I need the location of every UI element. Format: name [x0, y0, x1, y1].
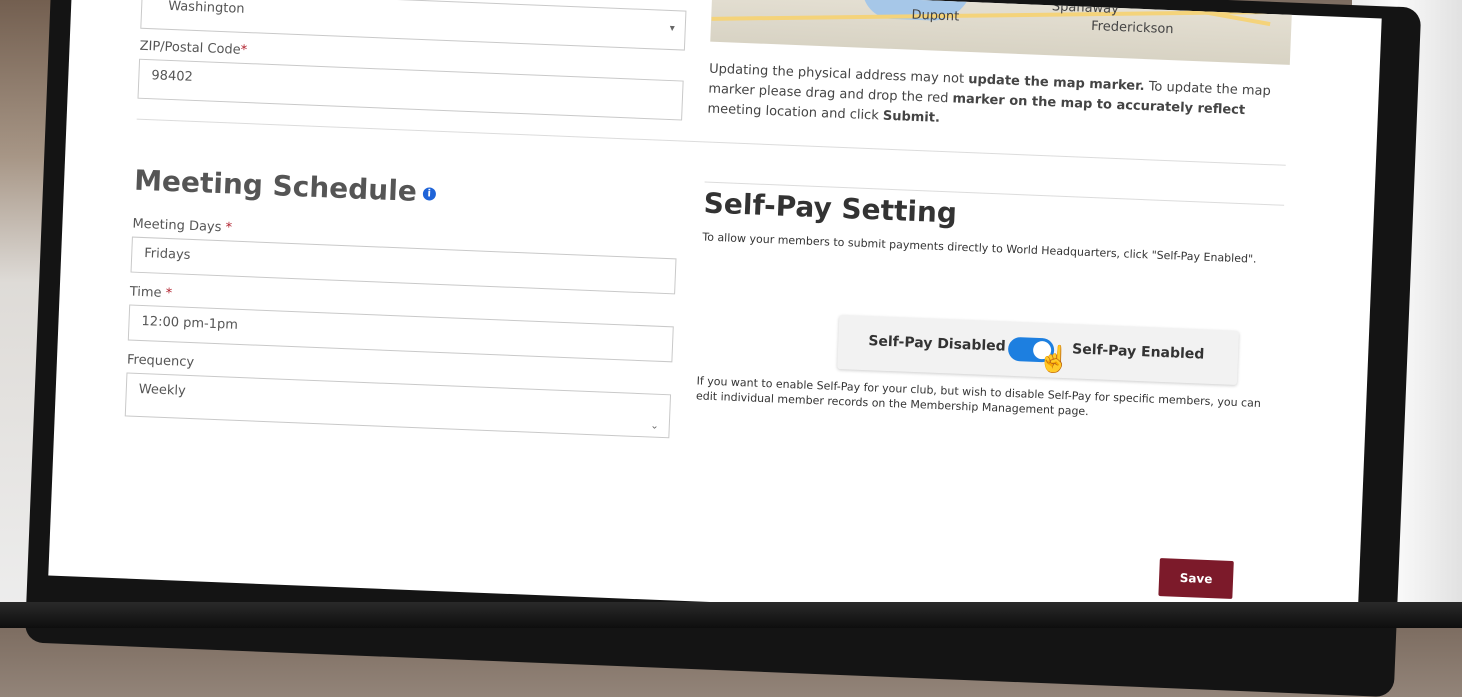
save-button[interactable]: Save [1158, 558, 1234, 600]
screen: Washington ▾ ZIP/Postal Code* 98402 Dupo… [48, 0, 1382, 629]
chevron-down-icon: ⌄ [650, 420, 659, 432]
meeting-days-input[interactable]: Fridays [130, 236, 677, 295]
self-pay-enabled-label[interactable]: Self-Pay Enabled [1072, 341, 1205, 362]
time-label: Time * [129, 284, 173, 302]
time-value: 12:00 pm-1pm [141, 314, 239, 333]
frequency-value: Weekly [138, 381, 187, 399]
meeting-schedule-title: Meeting Schedule i [134, 164, 437, 209]
meeting-days-label: Meeting Days * [132, 216, 233, 236]
self-pay-title: Self-Pay Setting [703, 186, 958, 230]
self-pay-disabled-label[interactable]: Self-Pay Disabled [868, 333, 1006, 355]
chevron-down-icon: ▾ [669, 22, 675, 35]
time-input[interactable]: 12:00 pm-1pm [127, 304, 674, 363]
self-pay-toggle-card: Self-Pay Disabled Self-Pay Enabled ☝ [837, 315, 1240, 386]
frequency-label: Frequency [126, 352, 195, 371]
info-icon[interactable]: i [422, 186, 436, 201]
required-mark: * [240, 42, 248, 59]
frequency-select[interactable]: Weekly ⌄ [124, 372, 672, 439]
laptop-bottom-edge [0, 602, 1462, 628]
map-label-dupont: Dupont [911, 7, 960, 25]
state-value: Washington [167, 0, 245, 17]
map-label-frederickson: Frederickson [1090, 18, 1174, 38]
map-note: Updating the physical address may not up… [707, 61, 1272, 126]
zip-input[interactable]: 98402 [137, 58, 684, 121]
hand-cursor-icon: ☝ [1037, 343, 1071, 375]
zip-label: ZIP/Postal Code* [139, 38, 248, 59]
zip-value: 98402 [151, 68, 194, 85]
meeting-days-value: Fridays [143, 246, 191, 263]
self-pay-description: To allow your members to submit payments… [702, 230, 1257, 266]
